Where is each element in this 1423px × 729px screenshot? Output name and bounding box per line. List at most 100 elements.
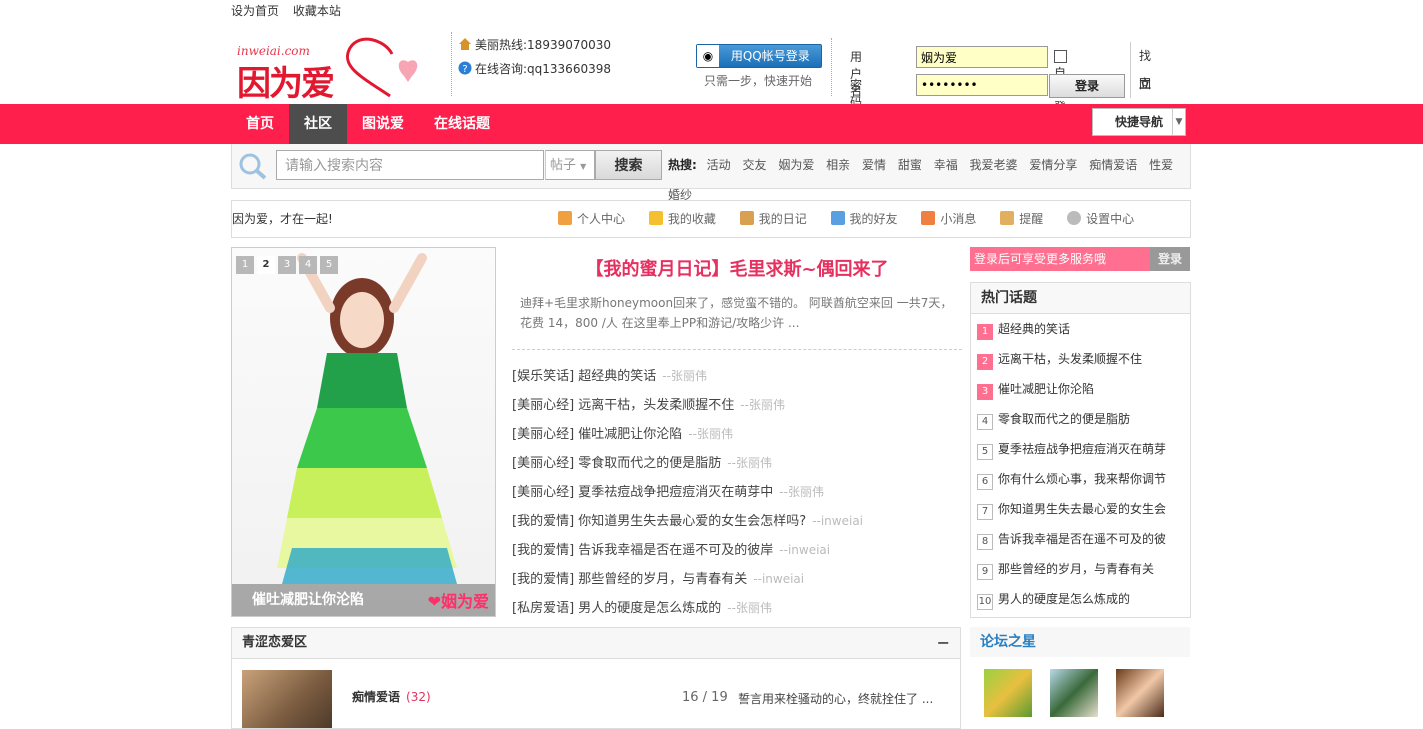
dropdown-arrow-icon: ▼ <box>1172 109 1185 135</box>
hot-topic-item[interactable]: 8 告诉我幸福是否在遥不可及的彼 <box>971 524 1190 554</box>
hot-term[interactable]: 爱情分享 <box>1029 158 1077 172</box>
avatar[interactable] <box>984 669 1032 717</box>
list-item[interactable]: [美丽心经] 零食取而代之的便是脂肪 --张丽伟 <box>512 449 962 478</box>
hot-term[interactable]: 交友 <box>742 158 766 172</box>
star-icon <box>648 211 663 225</box>
collapse-icon[interactable]: − <box>937 628 950 658</box>
hot-topic-item[interactable]: 9 那些曾经的岁月，与青春有关 <box>971 554 1190 584</box>
featured-description: 迪拜+毛里求斯honeymoon回来了，感觉蛮不错的。 阿联酋航空来回 一共7天… <box>520 296 953 330</box>
user-icon <box>558 211 572 225</box>
forum-stars-panel: 论坛之星 <box>970 627 1190 727</box>
forum-section-header: 青涩恋爱区 − <box>232 628 960 659</box>
hot-term[interactable]: 我爱老婆 <box>970 158 1018 172</box>
reminders-link[interactable]: 提醒 <box>1000 201 1043 237</box>
nav-item-online-topics[interactable]: 在线话题 <box>419 104 505 144</box>
search-icon <box>239 153 267 180</box>
hot-term[interactable]: 爱情 <box>862 158 886 172</box>
nav-item-community[interactable]: 社区 <box>289 104 347 144</box>
hot-topic-item[interactable]: 4 零食取而代之的便是脂肪 <box>971 404 1190 434</box>
book-icon <box>739 211 754 225</box>
hot-term[interactable]: 性爱 <box>1149 158 1173 172</box>
friends-link[interactable]: 我的好友 <box>830 201 898 237</box>
forum-stars-title: 论坛之星 <box>970 627 1190 657</box>
hot-term[interactable]: 幸福 <box>934 158 958 172</box>
login-button[interactable]: 登录 <box>1049 74 1125 98</box>
search-bar: 请输入搜索内容 帖子 ▼ 搜索 热搜: 活动 交友 姻为爱 相亲 爱情 甜蜜 幸… <box>231 144 1191 202</box>
hot-term[interactable]: 痴情爱语 <box>1089 158 1137 172</box>
list-item[interactable]: [美丽心经] 远离干枯，头发柔顺握不住 --张丽伟 <box>512 391 962 420</box>
featured-article: 【我的蜜月日记】毛里求斯~偶回来了 迪拜+毛里求斯honeymoon回来了，感觉… <box>512 255 962 623</box>
messages-link[interactable]: 小消息 <box>921 201 976 237</box>
forum-section-title: 青涩恋爱区 <box>242 635 308 650</box>
list-item[interactable]: [我的爱情] 那些曾经的岁月，与青春有关 --inweiai <box>512 565 962 594</box>
slide-page[interactable]: 2 <box>257 256 275 274</box>
watermark: ❤姻为爱 <box>427 592 489 611</box>
hot-topic-item[interactable]: 5 夏季祛痘战争把痘痘消灭在萌芽 <box>971 434 1190 464</box>
logo-heart-icon <box>346 37 418 98</box>
favorites-link[interactable]: 我的收藏 <box>648 201 716 237</box>
qq-login-subtext: 只需一步，快速开始 <box>704 74 813 88</box>
qq-login-button[interactable]: ◉ 用QQ帐号登录 <box>696 44 822 68</box>
logo-text: 因为爱 <box>237 64 335 104</box>
sidebar-login-button[interactable]: 登录 <box>1150 247 1190 271</box>
register-link[interactable]: 立即注册 <box>1139 70 1151 175</box>
gear-icon <box>1067 211 1082 225</box>
featured-post-list: [娱乐笑话] 超经典的笑话 --张丽伟 [美丽心经] 远离干枯，头发柔顺握不住 --… <box>512 362 962 623</box>
qq-login-label: 用QQ帐号登录 <box>730 49 810 63</box>
login-prompt-text: 登录后可享受更多服务哦 <box>970 247 1150 271</box>
hot-topic-item[interactable]: 7 你知道男生失去最心爱的女生会 <box>971 494 1190 524</box>
board-name[interactable]: 痴情爱语 (32) <box>352 688 431 705</box>
quick-nav-dropdown[interactable]: 快捷导航 ▼ <box>1092 108 1186 136</box>
nav-item-home[interactable]: 首页 <box>231 104 289 144</box>
list-item[interactable]: [美丽心经] 夏季祛痘战争把痘痘消灭在萌芽中 --张丽伟 <box>512 478 962 507</box>
site-logo[interactable]: inweiai.com 因为爱 <box>235 36 418 104</box>
hot-topics-title: 热门话题 <box>971 283 1190 314</box>
user-center-link[interactable]: 个人中心 <box>558 201 625 237</box>
diary-link[interactable]: 我的日记 <box>739 201 807 237</box>
friends-icon <box>830 211 845 225</box>
password-input[interactable] <box>916 74 1048 96</box>
message-icon <box>921 211 936 225</box>
hot-term[interactable]: 活动 <box>707 158 731 172</box>
slide-page[interactable]: 1 <box>236 256 254 274</box>
hot-term[interactable]: 姻为爱 <box>778 158 814 172</box>
hot-topic-item[interactable]: 10 男人的硬度是怎么炼成的 <box>971 584 1190 614</box>
set-homepage-link[interactable]: 设为首页 <box>231 4 279 18</box>
board-thumbnail[interactable] <box>242 670 332 728</box>
board-last-post[interactable]: 誓言用来栓骚动的心，终就拴住了 ... <box>738 690 933 707</box>
hot-term[interactable]: 相亲 <box>826 158 850 172</box>
settings-link[interactable]: 设置中心 <box>1067 201 1134 237</box>
photo-slideshow[interactable]: 12345 催吐减肥让你沦陷 ❤姻为爱 <box>231 247 496 617</box>
hot-topic-item[interactable]: 2 远离干枯，头发柔顺握不住 <box>971 344 1190 374</box>
online-consult: ? 在线咨询:qq133660398 <box>458 58 611 80</box>
find-password-link[interactable]: 找回密码 <box>1139 42 1151 147</box>
list-item[interactable]: [美丽心经] 催吐减肥让你沦陷 --张丽伟 <box>512 420 962 449</box>
username-input[interactable] <box>916 46 1048 68</box>
search-button[interactable]: 搜索 <box>595 150 662 180</box>
hot-topic-item[interactable]: 3 催吐减肥让你沦陷 <box>971 374 1190 404</box>
bookmark-link[interactable]: 收藏本站 <box>293 4 341 18</box>
slide-page[interactable]: 3 <box>278 256 296 274</box>
hotline: 美丽热线:18939070030 <box>458 34 611 56</box>
hot-search-label: 热搜: <box>668 158 697 172</box>
list-item[interactable]: [我的爱情] 告诉我幸福是否在遥不可及的彼岸 --inweiai <box>512 536 962 565</box>
list-item[interactable]: [娱乐笑话] 超经典的笑话 --张丽伟 <box>512 362 962 391</box>
sidebar-login-prompt: 登录后可享受更多服务哦 登录 <box>970 247 1190 271</box>
slide-page[interactable]: 4 <box>299 256 317 274</box>
hot-topics-panel: 热门话题 1 超经典的笑话 2 远离干枯，头发柔顺握不住 3 催吐减肥让你沦陷 4 零食… <box>970 282 1191 618</box>
hot-topic-item[interactable]: 6 你有什么烦心事，我来帮你调节 <box>971 464 1190 494</box>
qq-icon: ◉ <box>697 45 719 67</box>
slide-page[interactable]: 5 <box>320 256 338 274</box>
avatar[interactable] <box>1050 669 1098 717</box>
user-menu: 个人中心 我的收藏 我的日记 我的好友 小消息 提醒 设置中心 <box>558 201 1154 237</box>
featured-title[interactable]: 【我的蜜月日记】毛里求斯~偶回来了 <box>512 255 962 281</box>
hot-topic-item[interactable]: 1 超经典的笑话 <box>971 314 1190 344</box>
hot-term[interactable]: 甜蜜 <box>898 158 922 172</box>
user-bar: 因为爱，才在一起! 个人中心 我的收藏 我的日记 我的好友 小消息 提醒 设置中… <box>231 200 1191 238</box>
search-scope-select[interactable]: 帖子 ▼ <box>545 150 595 180</box>
avatar[interactable] <box>1116 669 1164 717</box>
search-input[interactable]: 请输入搜索内容 <box>276 150 544 180</box>
list-item[interactable]: [私房爱语] 男人的硬度是怎么炼成的 --张丽伟 <box>512 594 962 623</box>
list-item[interactable]: [我的爱情] 你知道男生失去最心爱的女生会怎样吗? --inweiai <box>512 507 962 536</box>
nav-item-picture-love[interactable]: 图说爱 <box>347 104 419 144</box>
